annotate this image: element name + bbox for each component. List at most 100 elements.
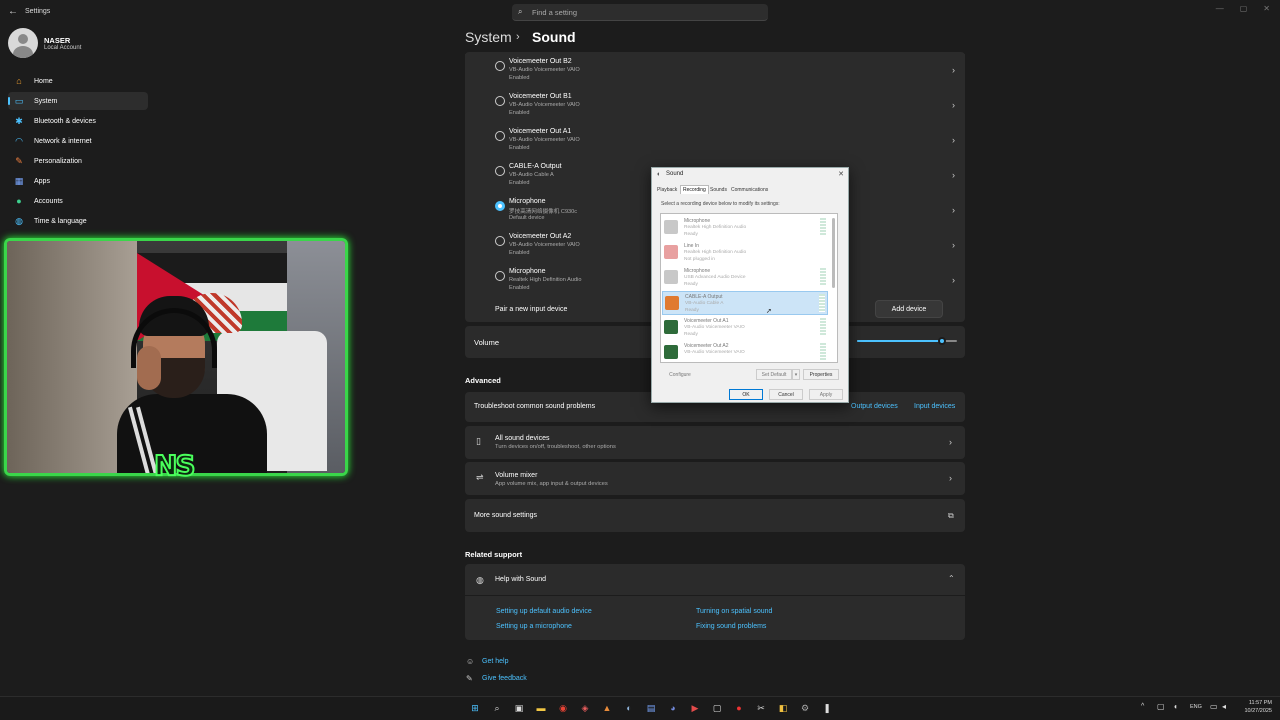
- bluetooth-icon: ✱: [15, 115, 23, 126]
- radio-button[interactable]: [495, 166, 505, 176]
- sidebar-item-home[interactable]: ⌂ Home: [8, 72, 148, 90]
- give-feedback-link[interactable]: Give feedback: [482, 675, 527, 682]
- list-item[interactable]: Microphone USB Advanced Audio Device Rea…: [662, 266, 828, 290]
- radio-button-selected[interactable]: [495, 201, 505, 211]
- tab-sounds[interactable]: Sounds: [710, 187, 727, 193]
- all-sound-devices-row[interactable]: [465, 426, 965, 459]
- radio-button[interactable]: [495, 271, 505, 281]
- cancel-button[interactable]: Cancel: [769, 389, 803, 400]
- input-device-row[interactable]: Voicemeeter Out B1 VB-Audio Voicemeeter …: [465, 89, 965, 124]
- volume-mixer-row[interactable]: [465, 462, 965, 495]
- help-link[interactable]: Turning on spatial sound: [696, 608, 772, 615]
- device-name: Voicemeeter Out B2: [509, 58, 572, 65]
- tab-recording[interactable]: Recording: [680, 185, 709, 194]
- search-icon[interactable]: ⌕: [490, 701, 504, 715]
- breadcrumb-separator-icon: ›: [516, 31, 520, 43]
- list-item-selected[interactable]: CABLE-A Output VB-Audio Cable A Ready: [662, 291, 828, 315]
- radio-button[interactable]: [495, 61, 505, 71]
- device-name: CABLE-A Output: [509, 163, 562, 170]
- output-devices-link[interactable]: Output devices: [851, 403, 898, 410]
- back-arrow-icon[interactable]: ←: [8, 6, 18, 17]
- more-sound-settings-row[interactable]: [465, 499, 965, 532]
- device-name: Voicemeeter Out A2: [509, 233, 572, 240]
- app-icon[interactable]: ❚: [820, 701, 834, 715]
- search-input[interactable]: ⌕ Find a setting: [512, 4, 768, 21]
- input-devices-link[interactable]: Input devices: [914, 403, 955, 410]
- sidebar-item-apps[interactable]: ▦ Apps: [8, 172, 148, 190]
- chevron-right-icon: ›: [952, 65, 955, 75]
- volume-slider-thumb[interactable]: [938, 337, 946, 345]
- minimize-icon[interactable]: —: [1216, 4, 1224, 13]
- device-name: Microphone: [509, 198, 546, 205]
- radio-button[interactable]: [495, 236, 505, 246]
- avatar[interactable]: [8, 28, 38, 58]
- input-device-row[interactable]: Voicemeeter Out A1 VB-Audio Voicemeeter …: [465, 124, 965, 159]
- chevron-down-icon[interactable]: ▾: [792, 369, 800, 380]
- radio-button[interactable]: [495, 131, 505, 141]
- help-link[interactable]: Setting up a microphone: [496, 623, 572, 630]
- app-icon[interactable]: ▢: [710, 701, 724, 715]
- device-desc: VB-Audio Voicemeeter VAIO: [684, 325, 745, 330]
- sidebar-item-accounts[interactable]: ● Accounts: [8, 192, 148, 210]
- help-link[interactable]: Setting up default audio device: [496, 608, 592, 615]
- chevron-up-icon[interactable]: ⌃: [948, 574, 955, 583]
- task-view-icon[interactable]: ▣: [512, 701, 526, 715]
- help-with-sound-title[interactable]: Help with Sound: [495, 576, 546, 583]
- sidebar-item-network[interactable]: ◠ Network & internet: [8, 132, 148, 150]
- list-item[interactable]: Voicemeeter Out A1 VB-Audio Voicemeeter …: [662, 316, 828, 340]
- sidebar-item-personalization[interactable]: ✎ Personalization: [8, 152, 148, 170]
- close-icon[interactable]: ✕: [1263, 4, 1270, 13]
- tab-playback[interactable]: Playback: [657, 187, 677, 193]
- device-state: Enabled: [509, 180, 530, 186]
- app-icon[interactable]: ◧: [776, 701, 790, 715]
- user-account-type: Local Account: [44, 45, 82, 51]
- set-default-button[interactable]: Set Default: [756, 369, 792, 380]
- discord-icon[interactable]: ◕: [666, 701, 680, 715]
- properties-button[interactable]: Properties: [803, 369, 839, 380]
- sidebar-item-label: Personalization: [34, 157, 82, 165]
- clock-time[interactable]: 11:57 PM: [1240, 700, 1272, 706]
- tray-chevron-icon[interactable]: ^: [1141, 703, 1144, 710]
- sidebar-item-label: Time & language: [34, 217, 87, 225]
- add-device-button[interactable]: Add device: [875, 300, 943, 318]
- apply-button[interactable]: Apply: [809, 389, 843, 400]
- clock-date[interactable]: 10/27/2025: [1240, 708, 1272, 714]
- network-icon[interactable]: ▭: [1210, 702, 1218, 711]
- ok-button[interactable]: OK: [729, 389, 763, 400]
- breadcrumb-parent[interactable]: System: [465, 29, 512, 45]
- list-item[interactable]: Microphone Realtek High Definition Audio…: [662, 216, 828, 240]
- app-icon[interactable]: ▶: [688, 701, 702, 715]
- close-icon[interactable]: ✕: [838, 170, 844, 178]
- chrome-icon[interactable]: ◉: [556, 701, 570, 715]
- sidebar-item-time-language[interactable]: ◍ Time & language: [8, 212, 148, 230]
- start-icon[interactable]: ⊞: [468, 701, 482, 715]
- settings-icon[interactable]: ⚙: [798, 701, 812, 715]
- get-help-link[interactable]: Get help: [482, 658, 508, 665]
- capcut-icon[interactable]: ✂: [754, 701, 768, 715]
- search-placeholder: Find a setting: [532, 8, 578, 17]
- list-item[interactable]: Line In Realtek High Definition Audio No…: [662, 241, 828, 265]
- radio-button[interactable]: [495, 96, 505, 106]
- volume-icon[interactable]: ◂: [1222, 702, 1226, 711]
- help-link[interactable]: Fixing sound problems: [696, 623, 766, 630]
- app-icon[interactable]: ▤: [644, 701, 658, 715]
- tray-app-icon[interactable]: ▢: [1157, 702, 1165, 711]
- sidebar-item-bluetooth[interactable]: ✱ Bluetooth & devices: [8, 112, 148, 130]
- scrollbar[interactable]: [832, 218, 835, 288]
- sidebar-item-system[interactable]: ▭ System: [8, 92, 148, 110]
- device-name: Microphone: [684, 218, 711, 224]
- maximize-icon[interactable]: ▢: [1240, 4, 1248, 13]
- language-indicator[interactable]: ENG: [1190, 704, 1202, 710]
- app-icon[interactable]: ◈: [578, 701, 592, 715]
- tab-communications[interactable]: Communications: [731, 187, 768, 193]
- app-icon[interactable]: ▲: [600, 701, 614, 715]
- recording-device-list[interactable]: Microphone Realtek High Definition Audio…: [660, 213, 838, 363]
- record-icon[interactable]: ●: [732, 701, 746, 715]
- voicemeeter-icon: [664, 320, 678, 334]
- configure-button[interactable]: Configure: [660, 369, 700, 380]
- steam-icon[interactable]: ◐: [622, 701, 636, 715]
- list-item[interactable]: Voicemeeter Out A2 VB-Audio Voicemeeter …: [662, 341, 828, 362]
- file-explorer-icon[interactable]: ▬: [534, 701, 548, 715]
- input-device-row[interactable]: Voicemeeter Out B2 VB-Audio Voicemeeter …: [465, 54, 965, 89]
- microphone-icon[interactable]: ◖: [1173, 702, 1178, 711]
